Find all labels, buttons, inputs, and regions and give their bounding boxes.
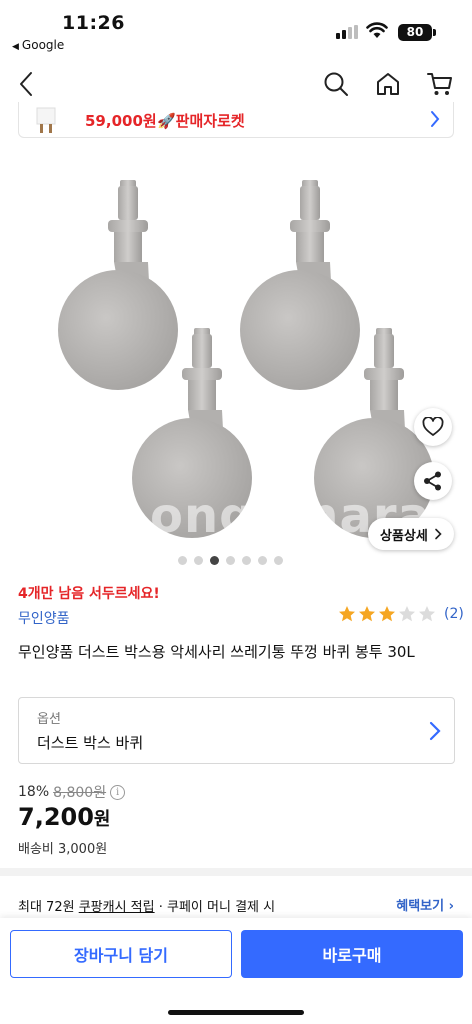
search-button[interactable] xyxy=(320,68,352,100)
option-label: 옵션 xyxy=(37,712,61,727)
top-nav-bar xyxy=(0,62,472,106)
rating-stars xyxy=(338,605,438,623)
back-to-app-link[interactable]: ◀ Google xyxy=(12,38,64,52)
battery-icon: 80 xyxy=(398,24,432,41)
product-detail-button[interactable]: 상품상세 xyxy=(368,518,454,550)
home-icon xyxy=(377,73,399,95)
benefit-view-link[interactable]: 혜택보기 › xyxy=(396,895,454,914)
section-divider xyxy=(0,868,472,876)
star-empty-icon xyxy=(419,606,435,622)
shipping-fee: 배송비 3,000원 xyxy=(18,842,108,857)
gallery-pagination[interactable] xyxy=(178,556,283,566)
seller-offer-strip[interactable]: 59,000원 🚀판매자로켓 xyxy=(18,102,454,138)
sale-price-unit: 원 xyxy=(93,809,111,830)
offer-price: 59,000원 xyxy=(85,112,157,130)
buy-now-button[interactable]: 바로구매 xyxy=(241,930,463,978)
heart-icon xyxy=(422,417,444,436)
pagination-dot[interactable] xyxy=(242,556,251,565)
chevron-right-icon xyxy=(431,111,440,127)
home-button[interactable] xyxy=(372,68,404,100)
pagination-dot[interactable] xyxy=(194,556,203,565)
cash-reward-amount: 최대 72원 xyxy=(18,900,75,915)
back-app-label: Google xyxy=(21,38,65,52)
status-bar: 11:26 ◀ Google 80 xyxy=(0,0,472,62)
cash-reward-line: 최대 72원 쿠팡캐시 적립 · 쿠페이 머니 결제 시 xyxy=(18,896,275,915)
cellular-signal-icon xyxy=(336,25,360,39)
stock-notice: 4개만 남음 서두르세요! xyxy=(18,586,160,602)
star-empty-icon xyxy=(399,606,415,622)
option-selector[interactable]: 옵션 더스트 박스 바퀴 xyxy=(18,697,455,764)
detail-button-label: 상품상세 xyxy=(380,528,428,544)
info-icon[interactable]: i xyxy=(110,784,126,800)
pagination-dot[interactable] xyxy=(226,556,235,565)
sale-price-amount: 7,200 xyxy=(18,803,94,831)
offer-thumbnail xyxy=(36,107,56,133)
wifi-icon xyxy=(366,22,388,38)
star-filled-icon xyxy=(359,606,375,622)
cart-button[interactable] xyxy=(424,68,456,100)
discount-rate: 18% xyxy=(18,784,50,800)
coupang-cash-link[interactable]: 쿠팡캐시 적립 xyxy=(79,900,155,915)
product-image-gallery[interactable]: ongomara 상품상세 xyxy=(0,150,472,555)
chevron-right-icon xyxy=(429,721,441,741)
wishlist-button[interactable] xyxy=(414,408,452,446)
share-button[interactable] xyxy=(414,462,452,500)
sale-price: 7,200원 xyxy=(18,803,110,831)
discount-line: 18% 8,800원 i xyxy=(18,782,126,802)
brand-link[interactable]: 무인양품 xyxy=(18,608,70,628)
rating-summary[interactable]: (2) xyxy=(338,605,464,623)
back-button[interactable] xyxy=(10,68,42,100)
star-filled-icon xyxy=(339,606,355,622)
status-time: 11:26 xyxy=(62,12,125,34)
battery-level: 80 xyxy=(406,25,424,39)
review-count: (2) xyxy=(444,606,464,622)
star-filled-icon xyxy=(379,606,395,622)
pagination-dot[interactable] xyxy=(178,556,187,565)
seller-rocket-badge: 🚀판매자로켓 xyxy=(157,112,245,130)
chevron-right-icon xyxy=(435,528,442,540)
cash-reward-condition: · 쿠페이 머니 결제 시 xyxy=(158,900,276,915)
add-to-cart-button[interactable]: 장바구니 담기 xyxy=(10,930,232,978)
option-value: 더스트 박스 바퀴 xyxy=(37,734,144,752)
home-indicator xyxy=(168,1010,304,1015)
search-icon xyxy=(324,72,348,96)
share-icon xyxy=(424,471,441,491)
product-title: 무인양품 더스트 박스용 악세사리 쓰레기통 뚜껑 바퀴 봉투 30L xyxy=(18,643,415,661)
pagination-dot[interactable] xyxy=(258,556,267,565)
chevron-left-icon xyxy=(20,72,32,96)
pagination-dot[interactable] xyxy=(210,556,219,565)
bottom-action-bar: 장바구니 담기 바로구매 xyxy=(0,918,472,1024)
back-triangle-icon: ◀ xyxy=(12,42,19,52)
battery-cap xyxy=(433,29,436,36)
pagination-dot[interactable] xyxy=(274,556,283,565)
original-price: 8,800원 xyxy=(53,785,107,801)
cart-icon xyxy=(427,73,452,95)
